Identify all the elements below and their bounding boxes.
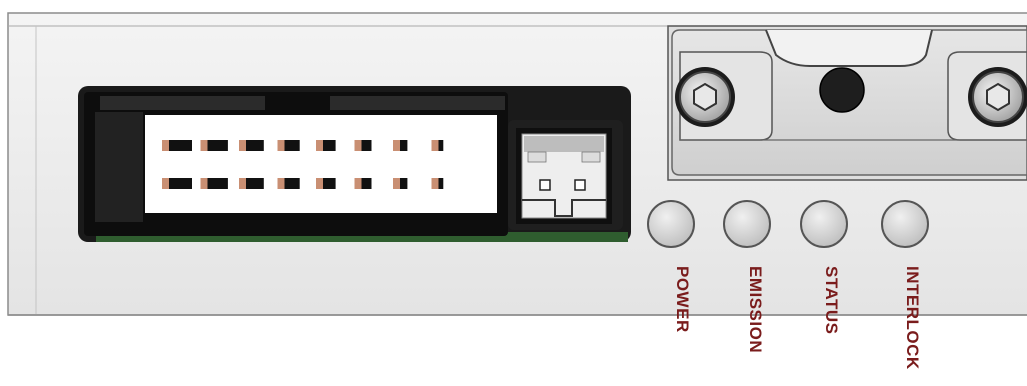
- connector-pin-contact: [277, 178, 285, 189]
- led-indicator-icon: [881, 200, 929, 248]
- connector-pin-contact: [200, 140, 208, 151]
- connector-pin-contact: [431, 178, 439, 189]
- led-indicator-icon: [723, 200, 771, 248]
- connector-pin-contact: [354, 178, 362, 189]
- connector-pin-contact: [316, 178, 323, 189]
- led-label-emission: EMISSION: [746, 266, 765, 353]
- connector-pin-contact: [162, 140, 169, 151]
- left-screw-icon: [675, 67, 735, 127]
- connector-pin-contact: [393, 140, 400, 151]
- connector-pin-contact: [393, 178, 400, 189]
- led-label-interlock: INTERLOCK: [903, 266, 922, 370]
- two-pin-connector: [508, 120, 623, 230]
- right-screw-icon: [968, 67, 1027, 127]
- led-label-power: POWER: [673, 266, 692, 333]
- connector-pin-contact: [277, 140, 285, 151]
- connector-pin-contact: [431, 140, 439, 151]
- led-indicator-icon: [800, 200, 848, 248]
- connector-pin-contact: [162, 178, 169, 189]
- connector-pin-contact: [200, 178, 208, 189]
- connector-pin-contact: [239, 178, 246, 189]
- connector-pin-contact: [316, 140, 323, 151]
- connector-pin-contact: [239, 140, 246, 151]
- front-panel-drawing: POWER EMISSION STATUS INTERLOCK: [7, 12, 1027, 370]
- led-label-status: STATUS: [822, 266, 841, 334]
- connector-pin-contact: [354, 140, 362, 151]
- led-indicator-icon: [647, 200, 695, 248]
